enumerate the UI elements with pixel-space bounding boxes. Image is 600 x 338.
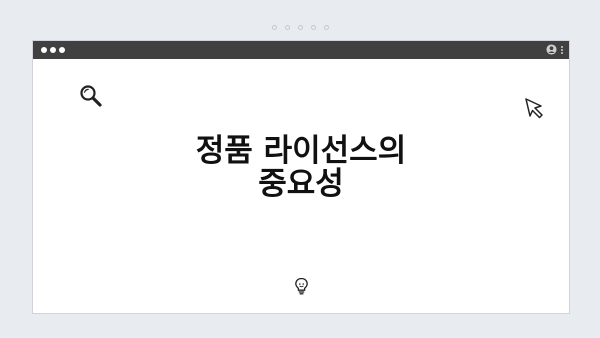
dot <box>323 25 329 30</box>
kebab-menu-icon[interactable] <box>561 45 563 54</box>
dot <box>271 25 277 30</box>
window-titlebar <box>33 41 569 59</box>
lightbulb-icon <box>295 277 308 295</box>
dot <box>284 25 290 30</box>
page-title-line-1: 정품 라이선스의 <box>195 133 407 169</box>
cursor-arrow-icon <box>525 98 543 119</box>
maximize-window-button[interactable] <box>59 47 65 53</box>
dot <box>310 25 316 30</box>
minimize-window-button[interactable] <box>50 47 56 53</box>
browser-window: 정품 라이선스의 중요성 <box>32 40 570 314</box>
dot <box>297 25 303 30</box>
page-title-line-2: 중요성 <box>258 166 344 202</box>
user-icon[interactable] <box>546 44 557 55</box>
close-window-button[interactable] <box>41 47 47 53</box>
decorative-dots <box>0 25 600 30</box>
window-controls <box>41 47 65 53</box>
page-title: 정품 라이선스의 중요성 <box>33 135 569 201</box>
search-icon <box>80 85 102 107</box>
titlebar-actions <box>546 44 563 55</box>
